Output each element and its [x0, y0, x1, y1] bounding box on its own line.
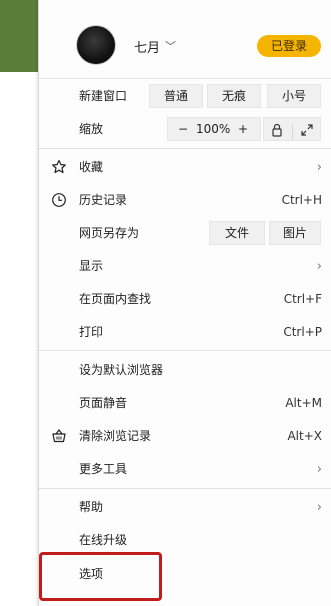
zoom-in-button[interactable]: +: [238, 118, 248, 140]
more-tools-label: 更多工具: [79, 462, 128, 476]
login-status-button[interactable]: 已登录: [257, 35, 321, 57]
zoom-extras: [263, 117, 321, 141]
menu-item-display[interactable]: 显示 ›: [39, 250, 331, 283]
basket-icon: [51, 428, 67, 444]
browser-main-menu: 七月 ﹀ 已登录 新建窗口 普通 无痕 小号 缩放 − 100% + 收藏 › …: [38, 0, 331, 606]
chevron-down-icon[interactable]: ﹀: [165, 38, 176, 54]
display-label: 显示: [79, 259, 104, 273]
print-shortcut: Ctrl+P: [283, 325, 322, 339]
zoom-label: 缩放: [79, 122, 104, 136]
menu-item-more-tools[interactable]: 更多工具 ›: [39, 453, 331, 486]
chevron-right-icon: ›: [316, 500, 322, 515]
chevron-right-icon: ›: [316, 462, 322, 477]
menu-item-help[interactable]: 帮助 ›: [39, 491, 331, 524]
menu-item-history[interactable]: 历史记录 Ctrl+H: [39, 184, 331, 217]
chevron-right-icon: ›: [316, 160, 322, 175]
divider: [39, 488, 331, 489]
menu-item-mute[interactable]: 页面静音 Alt+M: [39, 387, 331, 420]
menu-item-favorites[interactable]: 收藏 ›: [39, 151, 331, 184]
username[interactable]: 七月: [134, 37, 160, 56]
divider: [39, 350, 331, 351]
save-as-image-button[interactable]: 图片: [269, 221, 321, 245]
clear-data-shortcut: Alt+X: [287, 429, 322, 443]
profile-section: 七月 ﹀ 已登录: [39, 0, 331, 78]
clear-data-label: 清除浏览记录: [79, 429, 152, 443]
star-icon: [51, 159, 67, 175]
print-label: 打印: [79, 325, 104, 339]
help-label: 帮助: [79, 500, 104, 514]
divider: [39, 78, 331, 79]
chevron-right-icon: ›: [316, 259, 322, 274]
avatar[interactable]: [76, 25, 116, 65]
menu-item-save-as: 网页另存为 文件 图片: [39, 217, 331, 250]
divider: [292, 124, 293, 140]
menu-item-zoom: 缩放 − 100% +: [39, 113, 331, 146]
mute-shortcut: Alt+M: [285, 396, 322, 410]
default-browser-label: 设为默认浏览器: [79, 363, 164, 377]
highlight-box: [39, 552, 162, 601]
save-as-file-button[interactable]: 文件: [209, 221, 265, 245]
clock-icon: [51, 192, 67, 208]
menu-item-clear-data[interactable]: 清除浏览记录 Alt+X: [39, 420, 331, 453]
mute-label: 页面静音: [79, 396, 128, 410]
zoom-value: 100%: [196, 122, 231, 136]
menu-item-find[interactable]: 在页面内查找 Ctrl+F: [39, 283, 331, 316]
lock-icon[interactable]: [270, 122, 284, 137]
find-label: 在页面内查找: [79, 292, 152, 306]
new-window-incognito-button[interactable]: 无痕: [207, 84, 261, 108]
menu-item-new-window: 新建窗口 普通 无痕 小号: [39, 80, 331, 113]
zoom-out-button[interactable]: −: [178, 118, 188, 140]
favorites-label: 收藏: [79, 160, 104, 174]
menu-item-default-browser[interactable]: 设为默认浏览器: [39, 354, 331, 387]
divider: [39, 148, 331, 149]
background-page-green: [0, 0, 40, 72]
save-as-label: 网页另存为: [79, 226, 140, 240]
new-window-alt-account-button[interactable]: 小号: [267, 84, 321, 108]
find-shortcut: Ctrl+F: [283, 292, 322, 306]
new-window-label: 新建窗口: [79, 89, 128, 103]
history-label: 历史记录: [79, 193, 128, 207]
zoom-control: − 100% +: [167, 117, 261, 141]
menu-item-print[interactable]: 打印 Ctrl+P: [39, 316, 331, 349]
history-shortcut: Ctrl+H: [281, 193, 322, 207]
new-window-normal-button[interactable]: 普通: [149, 84, 203, 108]
background-page: [0, 72, 40, 606]
expand-icon[interactable]: [300, 122, 314, 136]
